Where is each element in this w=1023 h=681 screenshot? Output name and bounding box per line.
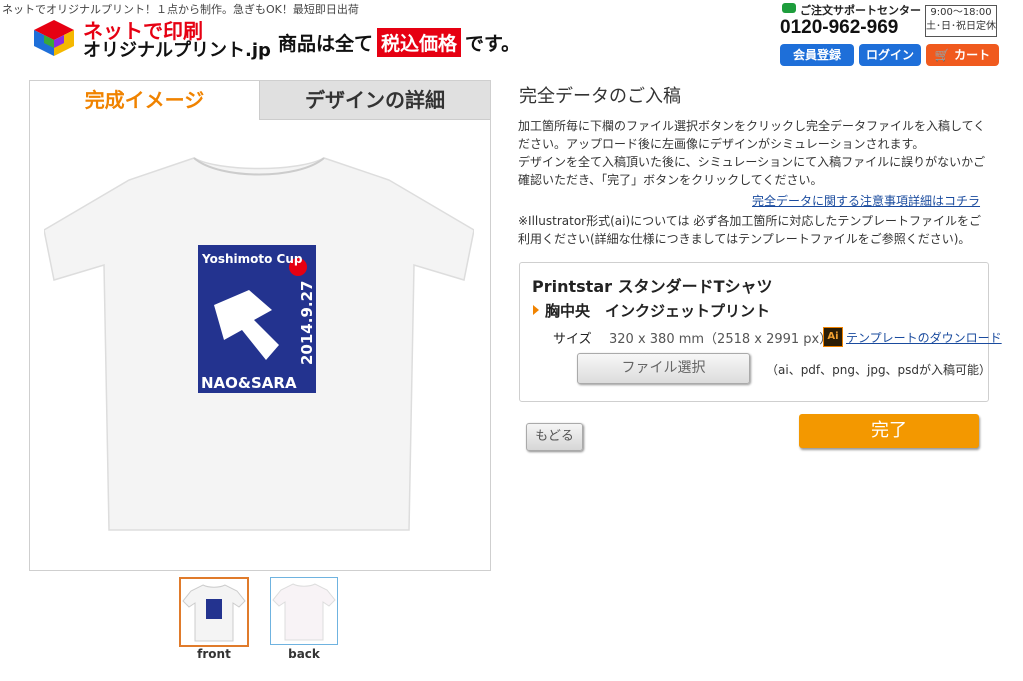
illustrator-note-line-2: 利用ください(詳細な仕様につきましてはテンプレートファイルをご参照ください)。 [518, 232, 971, 246]
cart-icon: 🛒 [934, 48, 950, 62]
support-label: ご注文サポートセンター [800, 4, 921, 17]
instruction-line-1: 加工箇所毎に下欄のファイル選択ボタンをクリックし完全データファイルを入稿してく [518, 119, 986, 133]
thumbnail-front-label: front [197, 647, 231, 661]
thumb-front-shirt-icon [182, 584, 246, 642]
instruction-line-3: デザインを全て入稿頂いた後に、シミュレーションにて入稿ファイルに誤りがないかご [518, 155, 986, 169]
shirt-text-top: Yoshimoto Cup [201, 252, 303, 266]
hours-holiday: 土･日･祝日定休 [926, 21, 996, 32]
cart-label: カート [954, 48, 991, 62]
tab-design-details[interactable]: デザインの詳細 [259, 81, 490, 120]
support-phone: 0120-962-969 [780, 17, 899, 38]
complete-button[interactable]: 完了 [799, 414, 979, 448]
tshirt-preview-image: Yoshimoto Cup 2014.9.27 NAO&SARA [44, 157, 474, 531]
login-button[interactable]: ログイン [859, 44, 921, 66]
support-hours: 9:00～18:00 土･日･祝日定休 [925, 5, 997, 37]
illustrator-note-line-1: ※Illustrator形式(ai)については 必ず各加工箇所に対応したテンプレ… [518, 214, 981, 228]
notes-link[interactable]: 完全データに関する注意事項詳細はコチラ [752, 192, 980, 210]
illustrator-icon: Ai [823, 327, 843, 347]
instruction-line-2: ださい。アップロード後に左画像にデザインがシミュレーションされます。 [518, 137, 925, 151]
thumbnail-front[interactable] [179, 577, 249, 647]
tax-suffix: です。 [465, 33, 521, 55]
hours-time: 9:00～18:00 [930, 7, 992, 18]
tab-finished-image[interactable]: 完成イメージ [30, 81, 259, 119]
product-name: Printstar スタンダードTシャツ [532, 277, 773, 296]
shirt-date: 2014.9.27 [298, 281, 316, 365]
tax-notice: 商品は全て 税込価格 です。 [278, 28, 520, 57]
print-position: 胸中央 インクジェットプリント [545, 302, 771, 320]
member-register-button[interactable]: 会員登録 [780, 44, 854, 66]
freedial-icon [782, 3, 796, 13]
file-select-button[interactable]: ファイル選択 [577, 353, 750, 384]
site-logo-icon[interactable] [30, 18, 78, 58]
logo-text-bottom[interactable]: オリジナルプリント.jp [83, 36, 271, 62]
shirt-names: NAO&SARA [201, 374, 297, 392]
size-value: 320 x 380 mm（2518 x 2991 px） [609, 332, 833, 347]
caret-right-icon [533, 305, 539, 315]
section-title: 完全データのご入稿 [519, 86, 681, 107]
thumb-back-shirt-icon [272, 583, 336, 641]
tax-highlight: 税込価格 [377, 28, 462, 57]
instruction-line-4: 確認いただき、「完了」ボタンをクリックしてください。 [518, 173, 823, 187]
template-download-link[interactable]: テンプレートのダウンロード [846, 329, 1002, 346]
size-label: サイズ [553, 332, 592, 347]
cart-button[interactable]: 🛒 カート [926, 44, 999, 66]
back-button[interactable]: もどる [526, 423, 583, 451]
thumbnail-back[interactable] [270, 577, 338, 645]
thumbnail-back-label: back [288, 647, 320, 661]
tax-prefix: 商品は全て [278, 33, 374, 55]
file-format-note: （ai、pdf、png、jpg、psdが入稿可能） [766, 363, 992, 377]
